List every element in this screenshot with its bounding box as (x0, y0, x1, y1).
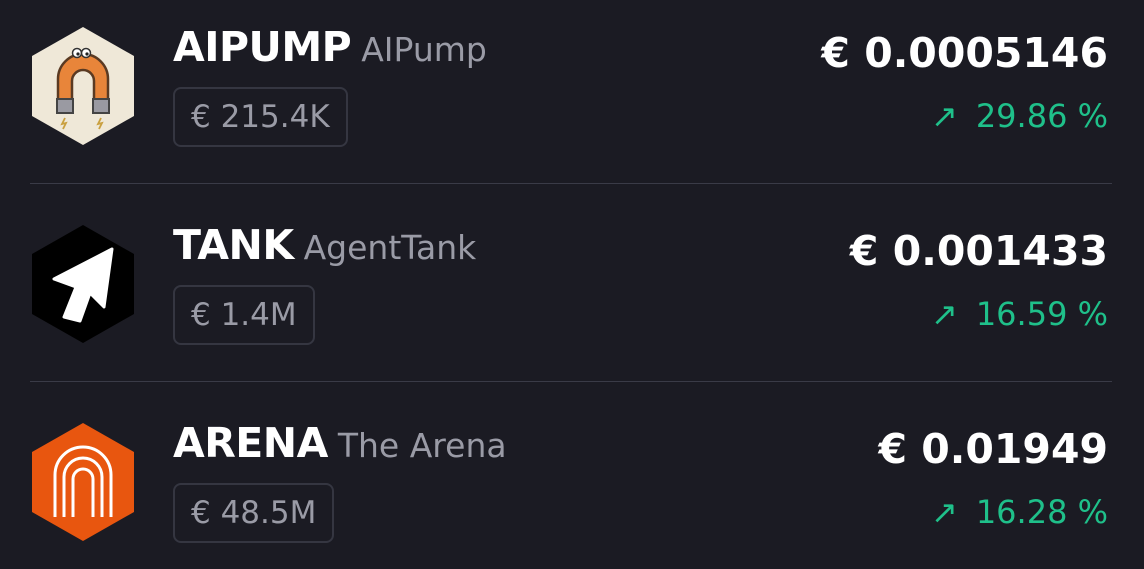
token-symbol-text: ARENA (173, 419, 328, 467)
token-symbol: TANK AgentTank (173, 221, 476, 269)
price-change-value: 29.86 % (975, 97, 1108, 135)
trend-up-arrow-icon: ↗ (931, 493, 958, 531)
token-price: € 0.001433 (849, 227, 1108, 275)
token-name: AgentTank (303, 228, 477, 267)
token-row-aipump[interactable]: AIPUMP AIPump € 215.4K € 0.0005146 ↗ 29.86… (0, 15, 1144, 165)
token-name: The Arena (337, 426, 507, 465)
row-divider (30, 381, 1112, 382)
price-change: ↗ 29.86 % (931, 97, 1108, 135)
market-cap-badge: € 215.4K (173, 87, 348, 147)
aipump-magnet-logo-icon (30, 27, 136, 145)
token-name: AIPump (361, 30, 487, 69)
token-symbol: ARENA The Arena (173, 419, 507, 467)
agenttank-cursor-logo-icon (30, 225, 136, 343)
trend-up-arrow-icon: ↗ (931, 97, 958, 135)
token-price: € 0.01949 (878, 425, 1108, 473)
token-price: € 0.0005146 (821, 29, 1108, 77)
price-change: ↗ 16.59 % (931, 295, 1108, 333)
token-symbol-text: TANK (173, 221, 294, 269)
market-cap-badge: € 1.4M (173, 285, 315, 345)
price-change: ↗ 16.28 % (931, 493, 1108, 531)
trend-up-arrow-icon: ↗ (931, 295, 958, 333)
arena-arch-logo-icon (30, 423, 136, 541)
price-change-value: 16.28 % (975, 493, 1108, 531)
token-row-arena[interactable]: ARENA The Arena € 48.5M € 0.01949 ↗ 16.28 … (0, 411, 1144, 561)
token-symbol: AIPUMP AIPump (173, 23, 487, 71)
token-list: AIPUMP AIPump € 215.4K € 0.0005146 ↗ 29.86… (0, 0, 1144, 569)
row-divider (30, 183, 1112, 184)
token-symbol-text: AIPUMP (173, 23, 352, 71)
price-change-value: 16.59 % (975, 295, 1108, 333)
market-cap-badge: € 48.5M (173, 483, 335, 543)
token-row-tank[interactable]: TANK AgentTank € 1.4M € 0.001433 ↗ 16.59 % (0, 213, 1144, 363)
